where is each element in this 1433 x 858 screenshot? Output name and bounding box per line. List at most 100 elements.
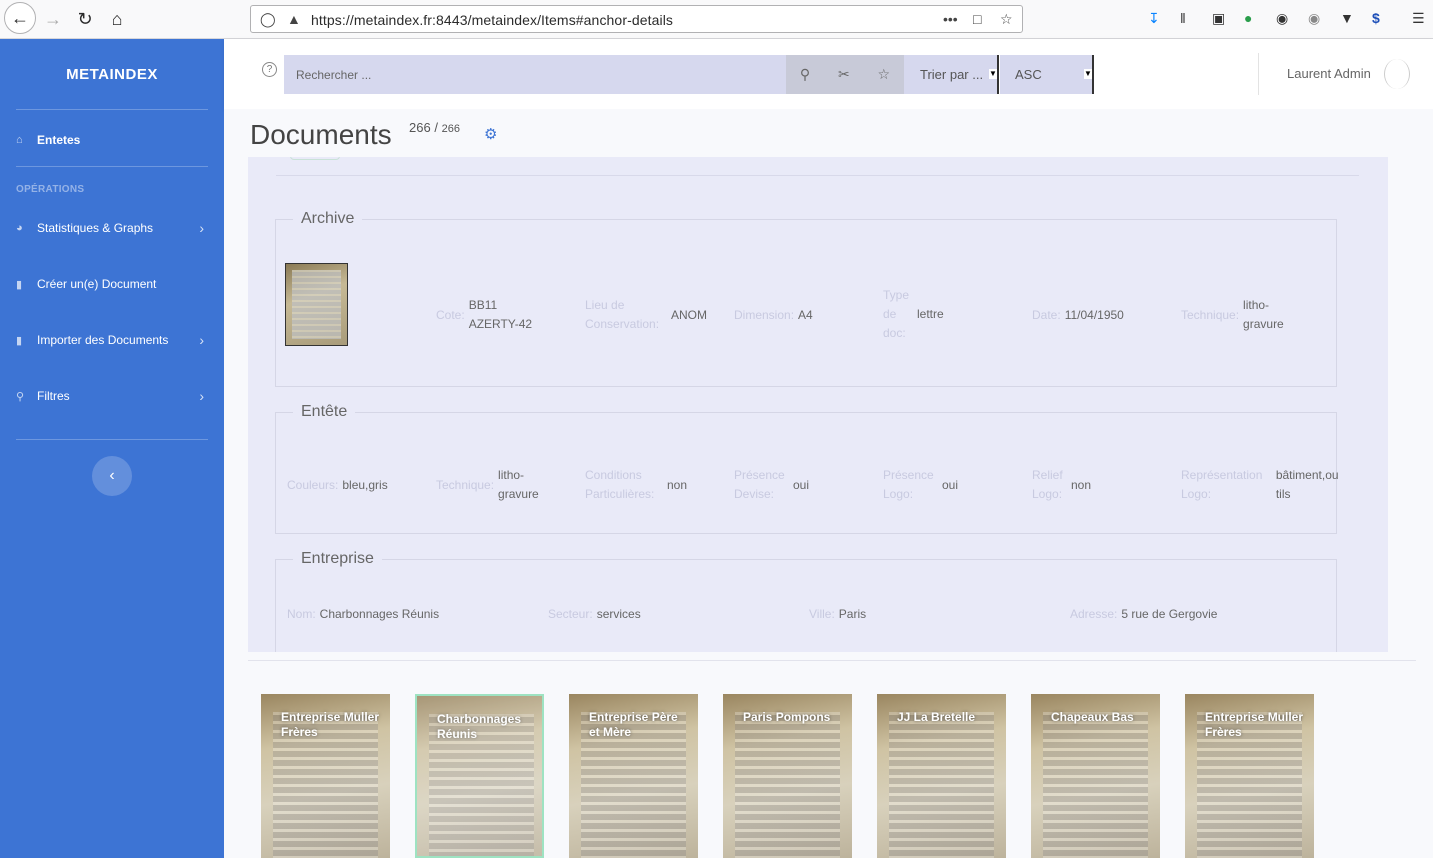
count-separator: /	[434, 120, 438, 135]
document-card[interactable]: Chapeaux Bas	[1031, 694, 1160, 858]
sort-by-label: Trier par ...	[920, 67, 984, 82]
fieldset-archive: Archive Cote: BB11 AZERTY-42 Lieu de Con…	[275, 210, 1337, 387]
topbar-divider	[1258, 53, 1259, 95]
field-adresse: Adresse: 5 rue de Gergovie	[1070, 607, 1218, 621]
page-title: Documents	[250, 119, 392, 150]
topbar: ? ⚲ ✂ ☆ Trier par ... ▼ ASC ▼ Laurent Ad…	[224, 39, 1433, 109]
document-details-panel: Archive Cote: BB11 AZERTY-42 Lieu de Con…	[248, 157, 1388, 652]
back-arrow-icon[interactable]: ←	[4, 2, 36, 34]
sidebar-item-import-documents[interactable]: ▮ Importer des Documents ›	[16, 330, 208, 350]
star-icon[interactable]: ☆	[878, 66, 891, 83]
library-icon[interactable]: ‖	[1180, 10, 1186, 26]
home-icon: ⌂	[16, 134, 23, 146]
field-cote: Cote: BB11 AZERTY-42	[436, 298, 533, 331]
count-total: 266	[441, 123, 460, 135]
legend-entete: Entête	[301, 403, 348, 420]
card-title: Entreprise Père et Mère	[589, 710, 678, 739]
field-technique-entete: Technique: litho-gravure	[436, 468, 539, 501]
field-secteur: Secteur: services	[548, 607, 641, 621]
menu-icon[interactable]: ☰	[1412, 10, 1425, 27]
scissors-icon[interactable]: ✂	[838, 66, 850, 83]
file-import-icon: ▮	[16, 334, 23, 347]
download-icon[interactable]: ↧	[1148, 10, 1160, 27]
extension-icon[interactable]: ●	[1244, 10, 1252, 26]
sidebar-item-label: Entetes	[37, 133, 81, 147]
card-title: Chapeaux Bas	[1051, 710, 1134, 724]
panel-tab-marker	[290, 157, 340, 160]
pocket-icon[interactable]: □	[973, 11, 981, 27]
sidebar-divider	[16, 166, 208, 167]
field-type-doc: Type de doc: lettre	[883, 288, 944, 340]
user-name[interactable]: Laurent Admin	[1287, 66, 1371, 81]
sidebar: METAINDEX ⌂ Entetes OPÉRATIONS ◕ Statist…	[0, 39, 224, 858]
field-conditions: Conditions Particulières: non	[585, 468, 688, 501]
panel-divider	[276, 175, 1359, 176]
field-presence-logo: Présence Logo: oui	[883, 468, 959, 501]
document-card-selected[interactable]: Charbonnages Réunis	[415, 694, 544, 858]
gear-icon[interactable]: ⚙	[484, 125, 497, 143]
document-card[interactable]: Entreprise Muller Frères	[1185, 694, 1314, 858]
url-text[interactable]: https://metaindex.fr:8443/metaindex/Item…	[311, 12, 673, 28]
document-count: 266 / 266	[409, 120, 460, 135]
sidebar-item-label: Statistiques & Graphs	[37, 221, 154, 235]
field-nom: Nom: Charbonnages Réunis	[287, 607, 440, 621]
sort-by-select[interactable]: Trier par ... ▼	[904, 55, 999, 94]
sidebar-item-label: Importer des Documents	[37, 333, 169, 347]
content-divider	[248, 660, 1416, 661]
document-cards: Entreprise Muller Frères Charbonnages Ré…	[261, 694, 1361, 858]
account-icon[interactable]: ◉	[1276, 10, 1288, 27]
field-presence-devise: Présence Devise: oui	[734, 468, 810, 501]
search-icon[interactable]: ⚲	[800, 66, 810, 83]
adblock-icon[interactable]: ◉	[1308, 10, 1320, 27]
field-representation-logo: Représentation Logo: bâtiment,outils	[1181, 468, 1339, 501]
document-icon: ▮	[16, 278, 23, 291]
legend-archive: Archive	[301, 210, 355, 227]
field-dimension: Dimension: A4	[734, 308, 813, 322]
sidebar-item-label: Filtres	[37, 389, 70, 403]
document-card[interactable]: Paris Pompons	[723, 694, 852, 858]
shield-icon[interactable]: ◯	[260, 11, 276, 28]
url-bar[interactable]: ◯ ▲ https://metaindex.fr:8443/metaindex/…	[250, 5, 1023, 33]
forward-arrow-icon[interactable]: →	[40, 6, 66, 32]
avatar[interactable]	[1384, 59, 1410, 89]
search-input[interactable]	[284, 55, 786, 94]
home-icon[interactable]: ⌂	[104, 6, 130, 32]
card-title: Charbonnages Réunis	[437, 712, 522, 741]
document-thumbnail[interactable]	[285, 263, 348, 346]
caret-down-icon: ▼	[989, 69, 997, 79]
fieldset-entete: Entête Couleurs: bleu,gris Technique: li…	[275, 403, 1339, 534]
field-ville: Ville: Paris	[809, 607, 867, 621]
lock-icon[interactable]: ▲	[287, 11, 301, 27]
help-icon[interactable]: ?	[262, 62, 277, 77]
page-actions-icon[interactable]: •••	[943, 11, 958, 27]
sidebar-item-create-document[interactable]: ▮ Créer un(e) Document	[16, 274, 208, 294]
document-card[interactable]: Entreprise Père et Mère	[569, 694, 698, 858]
sidebar-toggle-icon[interactable]: ▣	[1212, 10, 1225, 27]
sidebar-divider	[16, 109, 208, 110]
sidebar-collapse-button[interactable]: ‹	[92, 456, 132, 496]
shield-extension-icon[interactable]: ▼	[1340, 10, 1354, 26]
chevron-right-icon: ›	[199, 332, 204, 348]
chevron-right-icon: ›	[199, 388, 204, 404]
select-border	[997, 55, 999, 94]
sidebar-heading-operations: OPÉRATIONS	[16, 184, 85, 195]
legend-entreprise: Entreprise	[301, 550, 374, 567]
fieldset-entreprise: Entreprise Nom: Charbonnages Réunis Sect…	[275, 550, 1337, 652]
card-title: JJ La Bretelle	[897, 710, 976, 724]
sidebar-item-entetes[interactable]: ⌂ Entetes	[16, 130, 208, 150]
brand-logo[interactable]: METAINDEX	[0, 66, 224, 83]
field-date: Date: 11/04/1950	[1032, 308, 1124, 322]
field-technique: Technique: litho-gravure	[1181, 298, 1284, 331]
card-title: Paris Pompons	[743, 710, 831, 724]
s-extension-icon[interactable]: $	[1372, 10, 1380, 26]
sidebar-item-stats[interactable]: ◕ Statistiques & Graphs ›	[16, 218, 208, 238]
reload-icon[interactable]: ↻	[72, 6, 98, 32]
sort-order-select[interactable]: ASC ▼	[1000, 55, 1094, 94]
browser-toolbar: ← → ↻ ⌂ ◯ ▲ https://metaindex.fr:8443/me…	[0, 0, 1433, 39]
document-card[interactable]: JJ La Bretelle	[877, 694, 1006, 858]
document-card[interactable]: Entreprise Muller Frères	[261, 694, 390, 858]
sidebar-item-filters[interactable]: ⚲ Filtres ›	[16, 386, 208, 406]
bookmark-star-icon[interactable]: ☆	[1000, 11, 1013, 28]
chevron-left-icon: ‹	[109, 467, 115, 484]
caret-down-icon: ▼	[1084, 69, 1092, 79]
